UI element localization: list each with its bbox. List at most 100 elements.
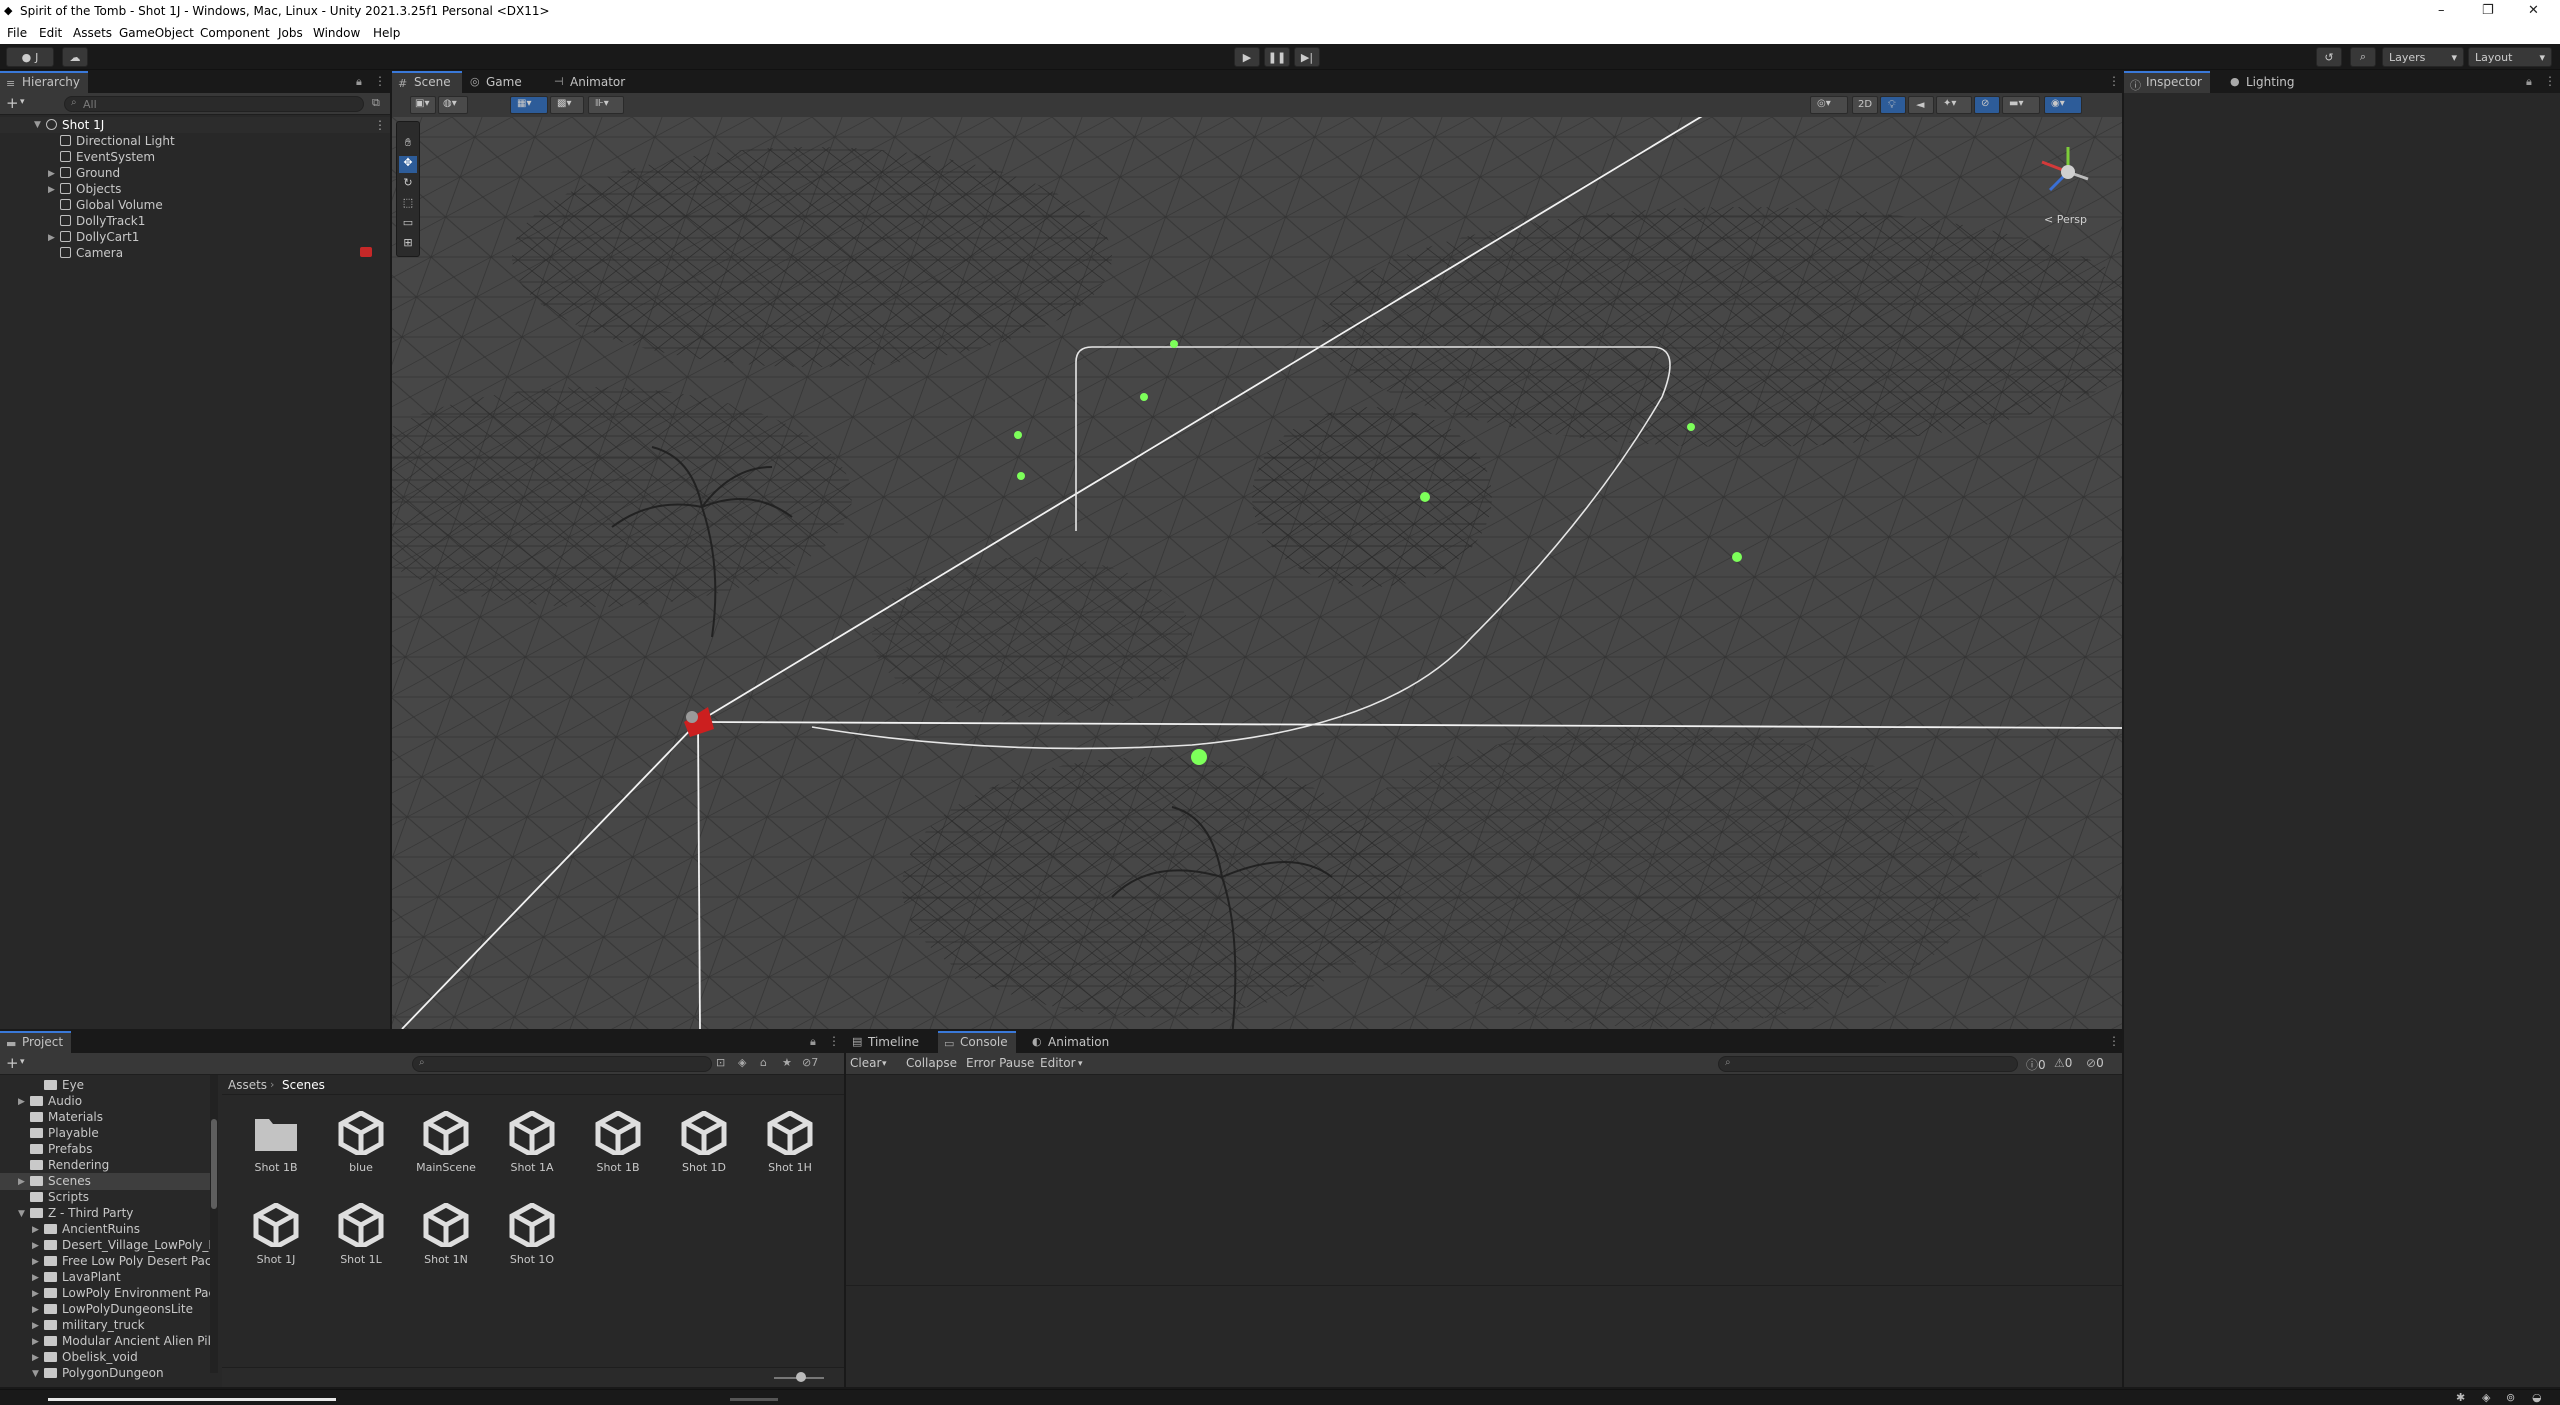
tree-item[interactable]: Rendering <box>30 1158 109 1174</box>
hierarchy-item[interactable]: Global Volume <box>60 198 163 214</box>
transform-tool-icon[interactable]: ⊞ <box>399 236 417 253</box>
maximize-button[interactable]: ❐ <box>2482 3 2494 18</box>
scale-tool-icon[interactable]: ⬚ <box>399 196 417 213</box>
console-log-list[interactable] <box>846 1075 2122 1315</box>
breadcrumb-assets[interactable]: Assets <box>228 1078 267 1092</box>
layers-dropdown[interactable]: Layers ▾ <box>2382 47 2464 67</box>
expand-arrow-icon[interactable]: ▶ <box>32 1289 39 1299</box>
tree-scrollbar[interactable] <box>210 1075 218 1373</box>
asset-folder[interactable]: Shot 1B <box>236 1111 316 1174</box>
collapse-button[interactable]: Collapse <box>906 1056 957 1070</box>
tree-item[interactable]: PolygonDungeon <box>44 1366 164 1382</box>
expand-arrow-icon[interactable]: ▶ <box>48 169 55 179</box>
cloud-button[interactable]: ☁ <box>62 47 88 67</box>
auto-generate-lighting-icon[interactable]: ◒ <box>2532 1391 2542 1404</box>
rect-tool-icon[interactable]: ▭ <box>399 216 417 233</box>
perspective-label[interactable]: < Persp <box>2044 213 2087 226</box>
asset-scene[interactable]: Shot 1D <box>664 1111 744 1174</box>
expand-arrow-icon[interactable]: ▶ <box>32 1337 39 1347</box>
toggle-2d-button[interactable]: 2D <box>1852 96 1878 114</box>
menu-edit[interactable]: Edit <box>39 26 62 40</box>
more-options-icon[interactable]: ⋮ <box>828 1034 840 1048</box>
expand-arrow-icon[interactable]: ▼ <box>34 120 41 130</box>
expand-arrow-icon[interactable]: ▶ <box>32 1257 39 1267</box>
lock-icon[interactable]: 🔒︎ <box>356 75 362 89</box>
network-icon[interactable]: ◈ <box>2482 1391 2490 1404</box>
lighting-toggle-button[interactable]: 💡︎ <box>1880 96 1906 114</box>
more-options-icon[interactable]: ⋮ <box>374 118 386 132</box>
light-icon[interactable] <box>1170 340 1178 348</box>
rotate-tool-icon[interactable]: ↻ <box>399 176 417 193</box>
tree-item[interactable]: Eye <box>44 1078 84 1094</box>
favorite-star-icon[interactable]: ★ <box>782 1056 792 1069</box>
light-icon[interactable] <box>1017 472 1025 480</box>
tab-inspector[interactable]: ⓘ Inspector <box>2124 71 2210 93</box>
tree-item[interactable]: Z - Third Party <box>30 1206 133 1222</box>
light-icon[interactable] <box>1140 393 1148 401</box>
tab-lighting[interactable]: ● Lighting <box>2224 71 2303 93</box>
breadcrumb-scenes[interactable]: Scenes <box>282 1078 325 1092</box>
error-count-toggle[interactable]: ⊘0 <box>2086 1056 2104 1070</box>
hierarchy-item[interactable]: Ground <box>60 166 120 182</box>
asset-scene[interactable]: blue <box>321 1111 401 1174</box>
tab-project[interactable]: ▬ Project <box>0 1031 72 1053</box>
expand-arrow-icon[interactable]: ▶ <box>32 1225 39 1235</box>
icon-size-slider-thumb[interactable] <box>796 1372 806 1382</box>
hierarchy-item[interactable]: DollyTrack1 <box>60 214 145 230</box>
play-button[interactable]: ▶ <box>1234 47 1260 67</box>
tree-item[interactable]: LavaPlant <box>44 1270 121 1286</box>
label-icon[interactable]: ⌂ <box>760 1056 767 1069</box>
draw-mode-dropdown[interactable]: ▣▾ <box>410 96 436 114</box>
expand-arrow-icon[interactable]: ▶ <box>48 185 55 195</box>
expand-arrow-icon[interactable]: ▶ <box>32 1273 39 1283</box>
collab-icon[interactable]: ⊚ <box>2506 1391 2515 1404</box>
audio-toggle-button[interactable]: ◄ <box>1908 96 1934 114</box>
account-button[interactable]: ● J <box>6 47 54 67</box>
history-button[interactable]: ↺ <box>2316 47 2342 67</box>
tree-item[interactable]: Obelisk_void <box>44 1350 138 1366</box>
move-tool-icon[interactable]: ✥ <box>399 156 417 173</box>
tab-console[interactable]: ▭ Console <box>938 1031 1016 1053</box>
expand-arrow-icon[interactable]: ▼ <box>18 1209 25 1219</box>
warning-count-toggle[interactable]: ⚠︎0 <box>2054 1056 2072 1070</box>
tree-item[interactable]: LowPoly Environment Pac <box>44 1286 215 1302</box>
expand-arrow-icon[interactable]: ▶ <box>32 1353 39 1363</box>
hidden-packages-icon[interactable]: ⊘7 <box>802 1056 818 1069</box>
lock-icon[interactable]: 🔒︎ <box>810 1035 816 1049</box>
expand-arrow-icon[interactable]: ▶ <box>48 233 55 243</box>
asset-scene[interactable]: Shot 1L <box>321 1203 401 1266</box>
tab-game[interactable]: ◎ Game <box>464 71 530 93</box>
tree-item[interactable]: Scripts <box>30 1190 89 1206</box>
tree-item-selected[interactable]: Scenes <box>30 1174 91 1190</box>
light-icon[interactable] <box>1687 423 1695 431</box>
add-icon[interactable]: + <box>6 1054 19 1072</box>
light-icon[interactable] <box>1732 552 1742 562</box>
chevron-down-icon[interactable]: ▾ <box>1078 1059 1083 1069</box>
menu-help[interactable]: Help <box>373 26 400 40</box>
pause-button[interactable]: ❚❚ <box>1264 47 1290 67</box>
expand-arrow-icon[interactable]: ▶ <box>18 1097 25 1107</box>
search-by-type-icon[interactable]: ⊡ <box>716 1056 725 1069</box>
tab-animation[interactable]: ◐ Animation <box>1026 1031 1117 1053</box>
camera-settings-dropdown[interactable]: ▬▾ <box>2002 96 2040 114</box>
asset-scene[interactable]: Shot 1B <box>578 1111 658 1174</box>
tree-item[interactable]: Playable <box>30 1126 99 1142</box>
menu-file[interactable]: File <box>7 26 27 40</box>
hidden-objects-toggle[interactable]: ⊘ <box>1974 96 2000 114</box>
more-options-icon[interactable]: ⋮ <box>2108 74 2120 88</box>
editor-dropdown[interactable]: Editor <box>1040 1056 1076 1070</box>
effects-dropdown[interactable]: ✦▾ <box>1936 96 1972 114</box>
add-icon[interactable]: + <box>6 94 19 112</box>
hierarchy-search-input[interactable]: ⌕ All <box>64 96 364 112</box>
search-button[interactable]: ⌕ <box>2350 47 2376 67</box>
more-options-icon[interactable]: ⋮ <box>374 74 386 88</box>
tab-animator[interactable]: ⊣ Animator <box>548 71 633 93</box>
tree-item[interactable]: Free Low Poly Desert Pacl <box>44 1254 215 1270</box>
tab-timeline[interactable]: ▤ Timeline <box>846 1031 927 1053</box>
hierarchy-item[interactable]: Objects <box>60 182 121 198</box>
more-options-icon[interactable]: ⋮ <box>2544 74 2556 88</box>
asset-scene[interactable]: Shot 1N <box>406 1203 486 1266</box>
chevron-down-icon[interactable]: ▾ <box>20 1057 25 1067</box>
debug-icon[interactable]: ✱ <box>2456 1391 2465 1404</box>
tree-item[interactable]: Prefabs <box>30 1142 93 1158</box>
